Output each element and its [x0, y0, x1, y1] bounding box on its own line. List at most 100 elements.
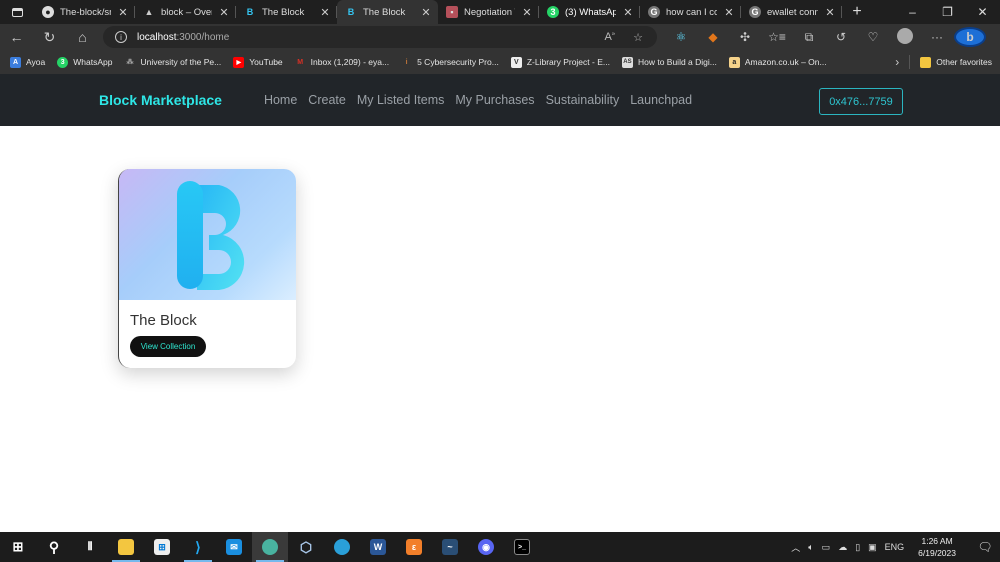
browser-tab[interactable]: 3 (3) WhatsApp ✕	[539, 0, 640, 24]
close-tab-icon[interactable]: ✕	[723, 6, 735, 19]
tab-actions-icon[interactable]	[0, 0, 34, 24]
bookmark-item[interactable]: M Inbox (1,209) - eya...	[295, 57, 389, 68]
nav-home[interactable]: Home	[264, 93, 297, 107]
bookmark-item[interactable]: ▶ YouTube	[233, 56, 283, 68]
youtube-icon: ▶	[233, 56, 245, 68]
taskbar-virtualbox[interactable]: ⬡	[288, 532, 324, 562]
bookmarks-overflow-chevron-icon[interactable]: ›	[895, 55, 899, 69]
browser-essentials-icon[interactable]: ♡	[857, 30, 889, 44]
taskbar-mail[interactable]: ✉	[216, 532, 252, 562]
bookmark-label: WhatsApp	[73, 57, 113, 67]
home-button[interactable]: ⌂	[66, 29, 99, 45]
meet-now-icon[interactable]: ▯	[855, 542, 860, 553]
taskbar-mysql-workbench[interactable]: ~	[432, 532, 468, 562]
browser-tab[interactable]: ▲ block – Overv ✕	[135, 0, 236, 24]
view-collection-button[interactable]: View Collection	[130, 336, 206, 357]
bookmark-item[interactable]: A Ayoa	[10, 56, 45, 68]
clock-date: 6/19/2023	[918, 548, 956, 558]
refresh-button[interactable]: ↻	[33, 29, 66, 46]
browser-tab[interactable]: ▪ Negotiation T ✕	[438, 0, 539, 24]
extensions-icon[interactable]: ✣	[729, 30, 761, 44]
nav-sustainability[interactable]: Sustainability	[546, 93, 620, 107]
taskbar-terminal[interactable]: >_	[504, 532, 540, 562]
nav-my-listed-items[interactable]: My Listed Items	[357, 93, 445, 107]
favorites-icon[interactable]: ☆≡	[761, 30, 793, 44]
site-info-icon[interactable]: i	[115, 31, 127, 43]
taskbar-file-explorer[interactable]	[108, 532, 144, 562]
nav-my-purchases[interactable]: My Purchases	[455, 93, 534, 107]
url-host: localhost	[137, 31, 177, 43]
close-tab-icon[interactable]: ✕	[521, 6, 533, 19]
collection-title: The Block	[130, 312, 197, 329]
metamask-icon[interactable]: ◆	[697, 30, 729, 44]
whatsapp-icon: 3	[57, 56, 69, 68]
history-icon[interactable]: ↺	[825, 30, 857, 44]
battery-icon[interactable]: ▭	[822, 542, 831, 553]
react-devtools-icon[interactable]: ⚛	[665, 30, 697, 44]
bookmark-item[interactable]: V Z-Library Project - E...	[510, 56, 610, 68]
language-indicator[interactable]: ENG	[885, 542, 905, 552]
collection-image[interactable]	[119, 169, 296, 300]
read-aloud-icon[interactable]: A»	[604, 31, 615, 44]
task-view-button[interactable]: ⫴	[72, 532, 108, 562]
bookmark-label: 5 Cybersecurity Pro...	[417, 57, 499, 67]
ayoa-icon: A	[10, 56, 21, 68]
close-tab-icon[interactable]: ✕	[622, 6, 634, 19]
article-icon: i	[405, 58, 408, 66]
close-tab-icon[interactable]: ✕	[420, 6, 432, 19]
tab-title: (3) WhatsApp	[565, 6, 616, 18]
bookmark-item[interactable]: 3 WhatsApp	[57, 56, 113, 68]
more-menu-icon[interactable]: ···	[921, 30, 953, 44]
amazon-icon: a	[728, 56, 740, 68]
bookmark-item[interactable]: a Amazon.co.uk – On...	[728, 56, 827, 68]
taskbar-xampp[interactable]: ε	[396, 532, 432, 562]
onedrive-cloud-icon[interactable]: ☁	[838, 542, 847, 553]
search-button[interactable]: ⚲	[36, 532, 72, 562]
start-button[interactable]: ⊞	[0, 532, 36, 562]
clock[interactable]: 1:26 AM 6/19/2023	[918, 535, 956, 559]
browser-tab[interactable]: ● The-block/src ✕	[34, 0, 135, 24]
volume-icon[interactable]: 🔈︎	[808, 542, 813, 553]
brand-logo[interactable]: Block Marketplace	[99, 92, 222, 108]
bookmark-item[interactable]: i 5 Cybersecurity Pro...	[401, 57, 499, 68]
other-favorites-folder[interactable]: Other favorites	[920, 56, 992, 68]
notifications-icon[interactable]: 🗨︎	[970, 540, 1000, 554]
browser-tab[interactable]: G ewallet conne ✕	[741, 0, 842, 24]
new-tab-button[interactable]: +	[842, 3, 872, 21]
show-hidden-icons-chevron-icon[interactable]: ︿	[791, 541, 800, 554]
close-tab-icon[interactable]: ✕	[824, 6, 836, 19]
url-input[interactable]: i localhost :3000/home A» ☆	[103, 26, 657, 48]
collections-icon[interactable]: ⧉	[793, 30, 825, 45]
url-path: :3000/home	[176, 31, 230, 43]
taskbar-discord[interactable]: ◉	[468, 532, 504, 562]
favorite-star-icon[interactable]: ☆	[633, 31, 643, 44]
taskbar-store[interactable]: ⊞	[144, 532, 180, 562]
close-tab-icon[interactable]: ✕	[218, 6, 230, 19]
taskbar-vscode[interactable]: ⟩	[180, 532, 216, 562]
clock-time: 1:26 AM	[921, 536, 953, 546]
taskbar-word[interactable]: W	[360, 532, 396, 562]
minimize-button[interactable]: –	[895, 5, 930, 19]
bookmark-item[interactable]: AS How to Build a Digi...	[621, 56, 717, 68]
bing-chat-button[interactable]: b	[953, 27, 987, 47]
tab-title: The Block	[363, 6, 406, 18]
browser-tab[interactable]: B The Block ✕	[236, 0, 337, 24]
close-window-button[interactable]: ✕	[965, 5, 1000, 19]
browser-tab[interactable]: G how can I con ✕	[640, 0, 741, 24]
bookmark-item[interactable]: ⁂ University of the Pe...	[124, 57, 221, 68]
close-tab-icon[interactable]: ✕	[319, 6, 331, 19]
wallet-address-button[interactable]: 0x476...7759	[819, 88, 903, 115]
back-button[interactable]: ←	[0, 29, 33, 45]
browser-tab-active[interactable]: B The Block ✕	[337, 0, 438, 24]
nav-create[interactable]: Create	[308, 93, 346, 107]
network-icon[interactable]: ▣	[868, 542, 877, 553]
xampp-icon: ε	[406, 539, 422, 555]
profile-avatar[interactable]	[889, 27, 921, 47]
restore-button[interactable]: ❐	[930, 5, 965, 19]
taskbar-edge-profile[interactable]	[252, 532, 288, 562]
tab-title: The Block	[262, 6, 305, 18]
close-tab-icon[interactable]: ✕	[117, 6, 129, 19]
nav-launchpad[interactable]: Launchpad	[630, 93, 692, 107]
virtualbox-icon: ⬡	[299, 538, 313, 555]
taskbar-edge[interactable]	[324, 532, 360, 562]
